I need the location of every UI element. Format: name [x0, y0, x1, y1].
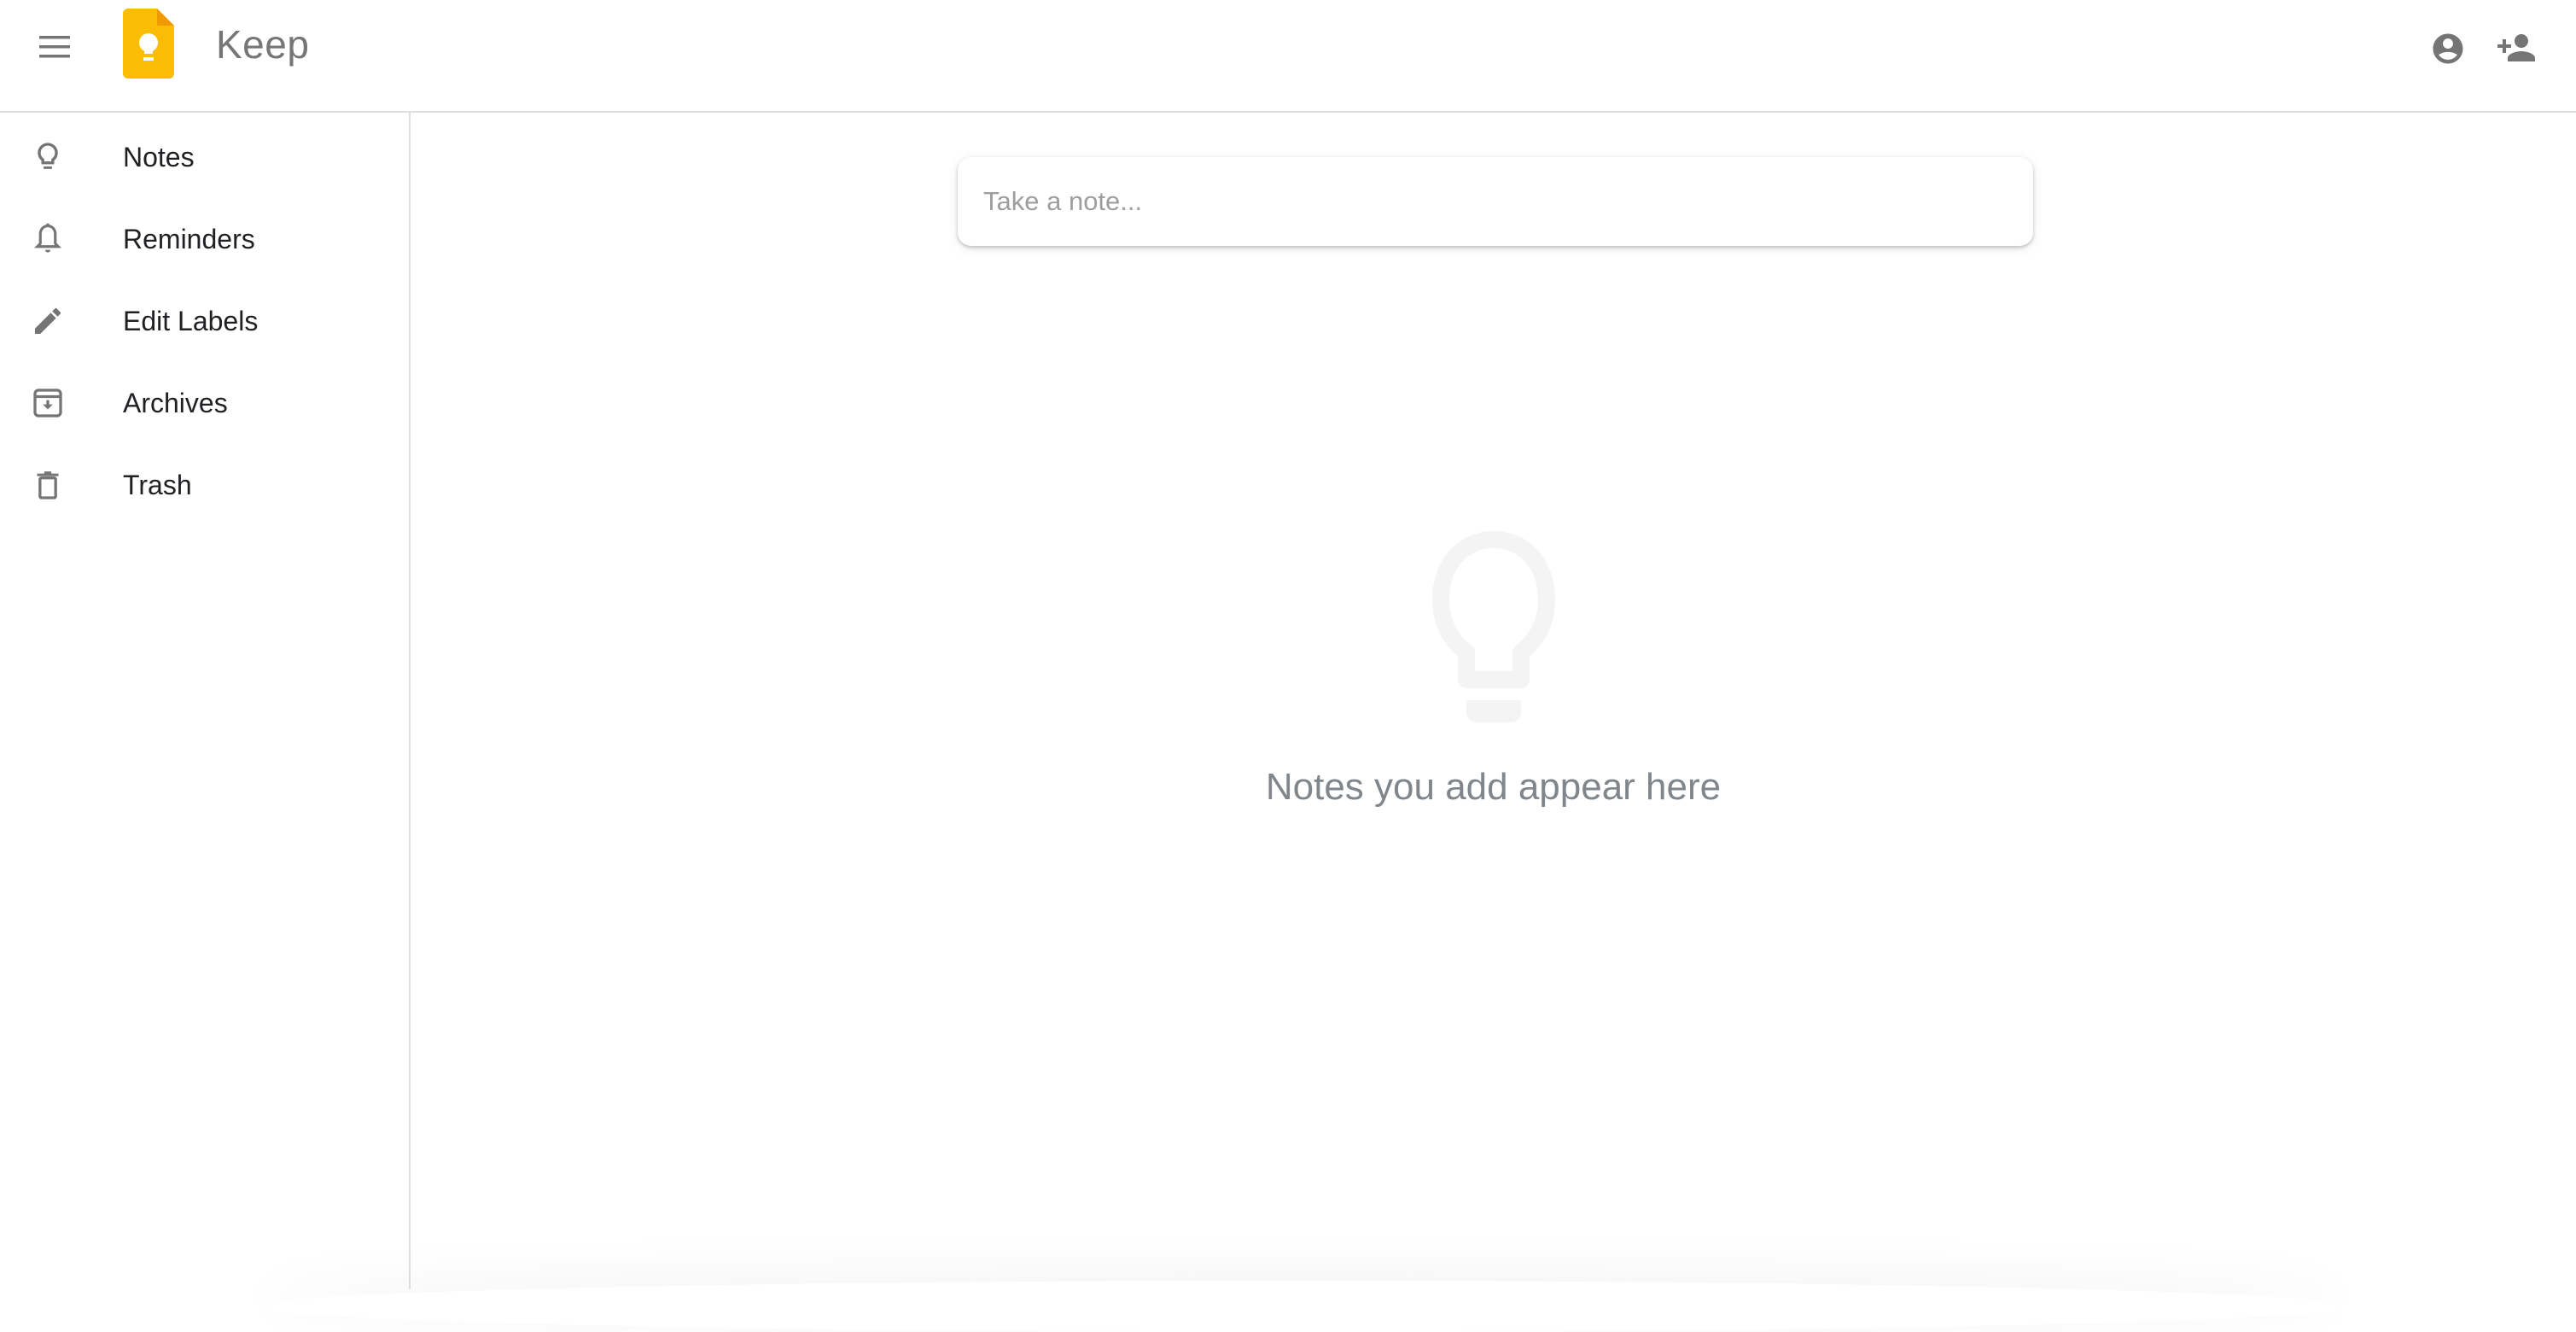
- take-note-input[interactable]: [958, 157, 2033, 246]
- sidebar-item-trash[interactable]: Trash: [0, 444, 409, 526]
- sidebar-nav: Notes Reminders Edit Labels Archives Tra…: [0, 116, 409, 526]
- trash-icon: [27, 464, 68, 505]
- keep-logo-icon[interactable]: [123, 9, 174, 79]
- empty-state-text: Notes you add appear here: [1265, 766, 1722, 808]
- main-content: Notes you add appear here: [411, 113, 2576, 1289]
- sidebar-item-edit-labels[interactable]: Edit Labels: [0, 280, 409, 362]
- lightbulb-icon: [27, 137, 68, 178]
- bell-icon: [27, 219, 68, 260]
- sidebar-item-reminders[interactable]: Reminders: [0, 198, 409, 280]
- sidebar-item-label: Reminders: [123, 224, 255, 254]
- bottom-shadow: [256, 1281, 2347, 1332]
- add-person-button[interactable]: [2492, 24, 2540, 72]
- account-circle-icon: [2433, 33, 2463, 64]
- sidebar: Notes Reminders Edit Labels Archives Tra…: [0, 113, 411, 1289]
- main-menu-button[interactable]: [29, 21, 80, 73]
- person-add-icon: [2497, 34, 2535, 61]
- take-note-card: [958, 157, 2033, 246]
- sidebar-item-label: Trash: [123, 470, 192, 500]
- app-header: Keep: [0, 0, 2576, 113]
- sidebar-item-label: Notes: [123, 142, 195, 172]
- lightbulb-icon: [1431, 531, 1555, 722]
- app-title: Keep: [216, 22, 310, 67]
- sidebar-item-notes[interactable]: Notes: [0, 116, 409, 198]
- account-button[interactable]: [2424, 25, 2472, 73]
- sidebar-item-label: Archives: [123, 388, 228, 418]
- sidebar-item-label: Edit Labels: [123, 306, 259, 336]
- empty-state: Notes you add appear here: [411, 531, 2576, 809]
- sidebar-item-archives[interactable]: Archives: [0, 362, 409, 444]
- pencil-icon: [27, 301, 68, 342]
- hamburger-menu-icon: [39, 36, 70, 58]
- archive-icon: [27, 383, 68, 424]
